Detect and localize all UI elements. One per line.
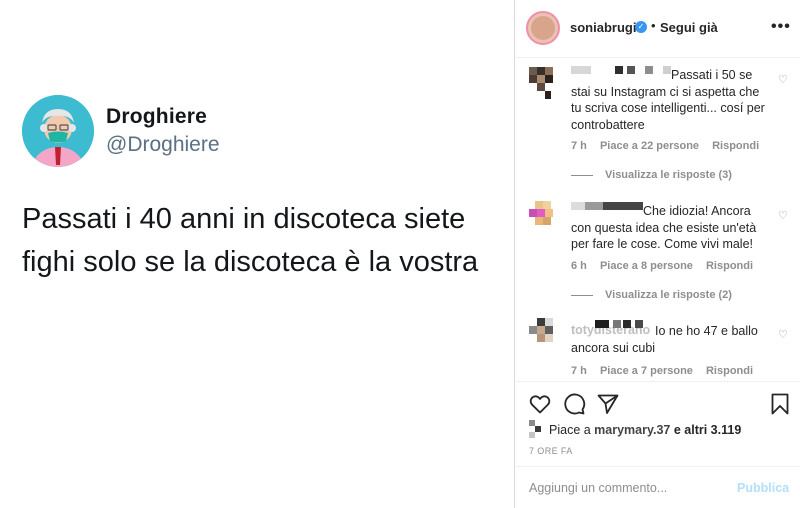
replies-divider	[571, 294, 593, 296]
comment-likes[interactable]: Piace a 22 persone	[600, 140, 699, 152]
view-replies-label: Visualizza le risposte (3)	[605, 169, 732, 181]
comment-meta: 7 h Piace a 7 persone Rispondi	[571, 365, 763, 377]
like-comment-heart-icon[interactable]: ♡	[778, 73, 788, 86]
comment-bubble-icon[interactable]	[562, 392, 586, 416]
comment-meta: 6 h Piace a 8 persone Rispondi	[571, 260, 763, 272]
likes-summary[interactable]: Piace a marymary.37 e altri 3.119	[529, 420, 789, 440]
following-button[interactable]: Segui già	[660, 20, 718, 35]
comment-likes[interactable]: Piace a 7 persone	[600, 365, 693, 377]
instagram-side-panel: soniabrugi ✓ • Segui già ••• Passati i 5…	[514, 0, 800, 508]
author-avatar[interactable]	[526, 11, 560, 45]
comment-text: Che idiozia! Ancora con questa idea che …	[571, 204, 757, 251]
likes-count[interactable]: e altri 3.119	[670, 423, 741, 437]
post-actions: Piace a marymary.37 e altri 3.119 7 ORE …	[515, 381, 800, 461]
replies-divider	[571, 174, 593, 176]
author-username[interactable]: soniabrugi	[570, 20, 636, 35]
comments-list[interactable]: Passati i 50 se stai su Instagram ci si …	[515, 59, 800, 381]
header-separator: •	[651, 18, 656, 33]
likes-prefix: Piace a	[549, 423, 595, 437]
commenter-avatar[interactable]	[529, 65, 559, 99]
post-timestamp: 7 ORE FA	[529, 446, 573, 456]
like-comment-heart-icon[interactable]: ♡	[778, 209, 788, 222]
comment-text: Passati i 50 se stai su Instagram ci si …	[571, 68, 765, 132]
liker-username[interactable]: marymary.37	[594, 423, 670, 437]
avatar-illustration-icon	[22, 95, 94, 167]
post-header: soniabrugi ✓ • Segui già •••	[515, 0, 800, 58]
verified-badge-icon: ✓	[635, 21, 647, 33]
likes-text: Piace a marymary.37 e altri 3.119	[549, 423, 741, 437]
comment-input[interactable]	[529, 481, 719, 495]
comment-likes[interactable]: Piace a 8 persone	[600, 260, 693, 272]
reply-button[interactable]: Rispondi	[706, 365, 753, 377]
like-heart-icon[interactable]	[528, 392, 552, 416]
view-replies-button[interactable]: Visualizza le risposte (3)	[571, 169, 732, 181]
commenter-avatar[interactable]	[529, 318, 559, 348]
view-replies-label: Visualizza le risposte (2)	[605, 289, 732, 301]
more-options-icon[interactable]: •••	[771, 18, 791, 36]
tweet-text: Passati i 40 anni in discoteca siete fig…	[22, 203, 479, 278]
share-direct-icon[interactable]	[596, 392, 620, 416]
comment-time: 6 h	[571, 260, 587, 272]
tweet-display-name: Droghiere	[106, 105, 207, 128]
comment-time: 7 h	[571, 140, 587, 152]
reply-button[interactable]: Rispondi	[712, 140, 759, 152]
save-bookmark-icon[interactable]	[768, 392, 792, 416]
add-comment-bar: Pubblica	[515, 466, 800, 508]
tweet-handle: @Droghiere	[106, 133, 220, 156]
tweet-avatar	[22, 95, 94, 167]
like-comment-heart-icon[interactable]: ♡	[778, 328, 788, 341]
comment-meta: 7 h Piace a 22 persone Rispondi	[571, 140, 769, 152]
post-image: Droghiere @Droghiere Passati i 40 anni i…	[0, 0, 514, 508]
view-replies-button[interactable]: Visualizza le risposte (2)	[571, 289, 732, 301]
comment-text: Io ne ho 47 e ballo ancora sui cubi	[571, 324, 758, 355]
comment-time: 7 h	[571, 365, 587, 377]
reply-button[interactable]: Rispondi	[706, 260, 753, 272]
commenter-avatar[interactable]	[529, 201, 559, 231]
publish-button[interactable]: Pubblica	[737, 481, 789, 495]
